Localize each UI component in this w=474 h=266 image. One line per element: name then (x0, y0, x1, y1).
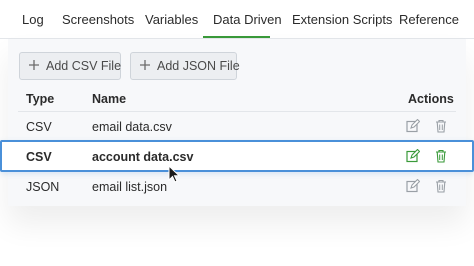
add-csv-file-label: Add CSV File (46, 59, 122, 73)
add-json-file-button[interactable]: Add JSON File (130, 52, 240, 80)
row-type: CSV (26, 150, 52, 164)
trash-icon[interactable] (434, 179, 448, 193)
tab-screenshots[interactable]: Screenshots (62, 12, 134, 27)
app-window: Log Screenshots Variables Data Driven Ex… (0, 0, 474, 266)
row-name: email data.csv (92, 120, 172, 134)
row-name: email list.json (92, 180, 168, 194)
tab-log[interactable]: Log (22, 12, 44, 27)
plus-icon (28, 59, 40, 71)
column-header-actions: Actions (408, 92, 454, 106)
edit-icon[interactable] (406, 119, 420, 133)
edit-icon[interactable] (406, 179, 420, 193)
table-row[interactable]: JSON email list.json (8, 172, 466, 202)
row-type: JSON (26, 180, 60, 194)
add-json-file-label: Add JSON File (157, 59, 240, 73)
tab-reference[interactable]: Reference (399, 12, 459, 27)
trash-icon[interactable] (434, 119, 448, 133)
column-header-type: Type (26, 92, 55, 106)
edit-icon[interactable] (406, 149, 420, 163)
row-type: CSV (26, 120, 52, 134)
tab-extension-scripts[interactable]: Extension Scripts (292, 12, 392, 27)
add-csv-file-button[interactable]: Add CSV File (19, 52, 121, 80)
row-name: account data.csv (92, 150, 194, 164)
plus-icon (139, 59, 151, 71)
tab-bar: Log Screenshots Variables Data Driven Ex… (0, 0, 474, 39)
table-row[interactable]: CSV email data.csv (8, 112, 466, 142)
tab-variables[interactable]: Variables (145, 12, 198, 27)
mouse-pointer-icon (168, 164, 181, 183)
table-row-selected[interactable]: CSV account data.csv (0, 140, 474, 172)
tab-data-driven[interactable]: Data Driven (213, 12, 282, 27)
active-tab-indicator (203, 36, 270, 38)
column-header-name: Name (92, 92, 127, 106)
trash-icon[interactable] (434, 149, 448, 163)
